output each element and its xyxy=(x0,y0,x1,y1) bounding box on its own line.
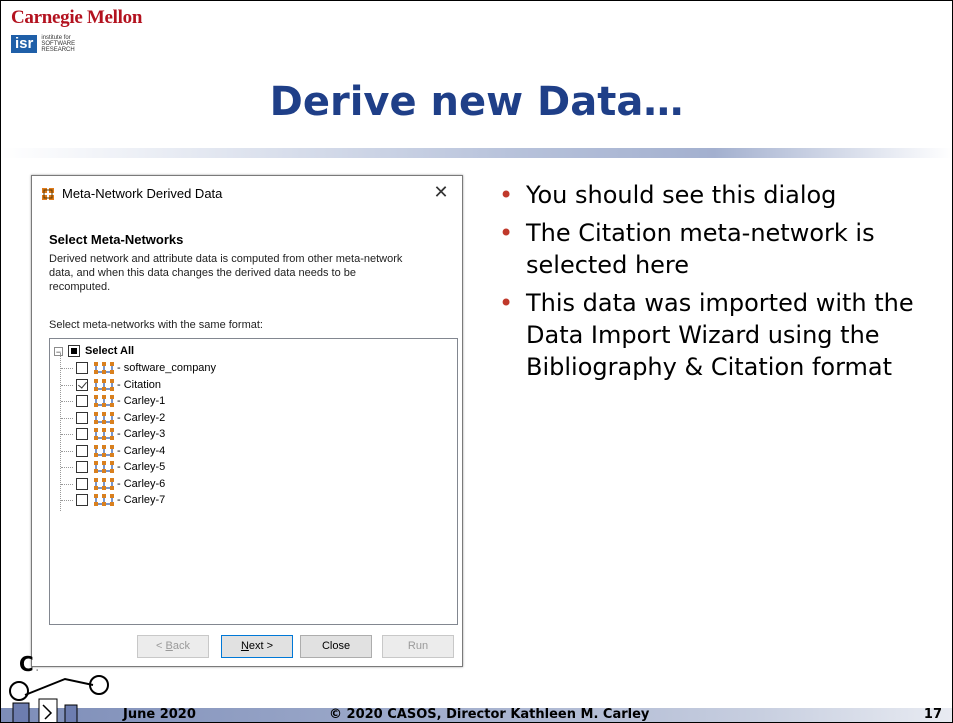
tree-item[interactable]: - Carley-2 xyxy=(61,410,166,426)
meta-network-icon xyxy=(94,428,114,440)
meta-network-icon xyxy=(94,461,114,473)
slide: Carnegie Mellon isr institute for SOFTWA… xyxy=(0,0,953,723)
tree-item[interactable]: - software_company xyxy=(61,360,217,376)
dialog-titlebar[interactable]: Meta-Network Derived Data ✕ xyxy=(32,176,462,212)
tree-item-label: - Carley-6 xyxy=(117,477,166,490)
tree-item[interactable]: - Carley-3 xyxy=(61,426,166,442)
tree-item[interactable]: - Carley-4 xyxy=(61,443,166,459)
instruction-text: Select meta-networks with the same forma… xyxy=(49,319,263,331)
meta-network-icon xyxy=(94,494,114,506)
tree-connector xyxy=(61,401,73,402)
close-button[interactable]: Close xyxy=(300,635,372,658)
tree-item-label: - Carley-7 xyxy=(117,494,166,506)
casos-logo: C . xyxy=(9,652,109,722)
bullet-list: You should see this dialog The Citation … xyxy=(491,179,931,389)
tree-connector xyxy=(60,353,61,511)
tree-item[interactable]: - Carley-7 xyxy=(61,492,166,508)
bullet-item: This data was imported with the Data Imp… xyxy=(491,287,931,383)
isr-logo: isr institute for SOFTWARE RESEARCH xyxy=(11,35,75,53)
tree-item-label: - software_company xyxy=(117,362,217,374)
meta-network-icon xyxy=(94,362,114,374)
title-divider xyxy=(1,148,952,158)
tree-item[interactable]: - Carley-6 xyxy=(61,476,166,492)
bullet-item: The Citation meta-network is selected he… xyxy=(491,217,931,281)
derived-data-dialog: Meta-Network Derived Data ✕ Select Meta-… xyxy=(31,175,463,667)
tree-item[interactable]: - Citation xyxy=(61,377,162,393)
tree-item-label: - Carley-5 xyxy=(117,461,166,473)
next-button[interactable]: Next > xyxy=(221,635,293,658)
tree-connector xyxy=(61,384,73,386)
meta-network-checkbox[interactable] xyxy=(76,444,88,457)
footer-copyright: © 2020 CASOS, Director Kathleen M. Carle… xyxy=(329,707,650,722)
svg-text:.: . xyxy=(35,659,39,675)
tree-connector xyxy=(61,467,73,468)
meta-network-icon xyxy=(94,444,114,457)
meta-network-checkbox[interactable] xyxy=(76,477,88,490)
section-heading: Select Meta-Networks xyxy=(49,232,184,247)
tree-item-label: - Citation xyxy=(117,378,162,391)
dialog-title: Meta-Network Derived Data xyxy=(62,186,223,201)
meta-network-checkbox[interactable] xyxy=(76,378,88,391)
meta-network-icon xyxy=(94,378,114,391)
meta-network-icon xyxy=(94,395,114,407)
isr-subtitle: institute for SOFTWARE RESEARCH xyxy=(41,35,76,53)
tree-item[interactable]: - Carley-1 xyxy=(61,393,166,409)
meta-network-tree[interactable]: − Select All - software_company - Citatio… xyxy=(49,338,458,625)
tree-item[interactable]: - Carley-5 xyxy=(61,459,166,475)
bullet-item: You should see this dialog xyxy=(491,179,931,211)
tree-connector xyxy=(61,417,73,419)
isr-badge: isr xyxy=(11,35,38,53)
page-number: 17 xyxy=(923,707,942,722)
meta-network-icon xyxy=(94,477,114,490)
cmu-logo: Carnegie Mellon xyxy=(11,7,143,28)
tree-connector xyxy=(61,450,73,452)
select-all-checkbox[interactable] xyxy=(68,345,80,357)
footer-date: June 2020 xyxy=(123,707,196,722)
tree-connector xyxy=(61,434,73,435)
tree-item-label: - Carley-1 xyxy=(117,395,166,407)
meta-network-checkbox[interactable] xyxy=(76,461,88,473)
back-button[interactable]: < Back xyxy=(137,635,209,658)
meta-network-icon xyxy=(94,411,114,424)
tree-item-label: - Carley-2 xyxy=(117,411,166,424)
run-button[interactable]: Run xyxy=(382,635,454,658)
tree-connector xyxy=(61,368,73,369)
tree-item-label: - Carley-4 xyxy=(117,444,166,457)
meta-network-checkbox[interactable] xyxy=(76,494,88,506)
tree-item-label: - Carley-3 xyxy=(117,428,166,440)
section-description: Derived network and attribute data is co… xyxy=(49,253,403,293)
select-all-label: Select All xyxy=(85,345,135,357)
slide-title: Derive new Data… xyxy=(269,79,684,125)
meta-network-icon xyxy=(42,188,54,200)
tree-root-select-all[interactable]: − Select All xyxy=(54,343,134,359)
meta-network-checkbox[interactable] xyxy=(76,395,88,407)
tree-connector xyxy=(61,483,73,485)
svg-text:C: C xyxy=(19,652,34,676)
collapse-icon[interactable]: − xyxy=(54,346,63,356)
meta-network-checkbox[interactable] xyxy=(76,362,88,374)
meta-network-checkbox[interactable] xyxy=(76,411,88,424)
close-icon[interactable]: ✕ xyxy=(428,182,454,204)
tree-connector xyxy=(61,500,73,501)
meta-network-checkbox[interactable] xyxy=(76,428,88,440)
